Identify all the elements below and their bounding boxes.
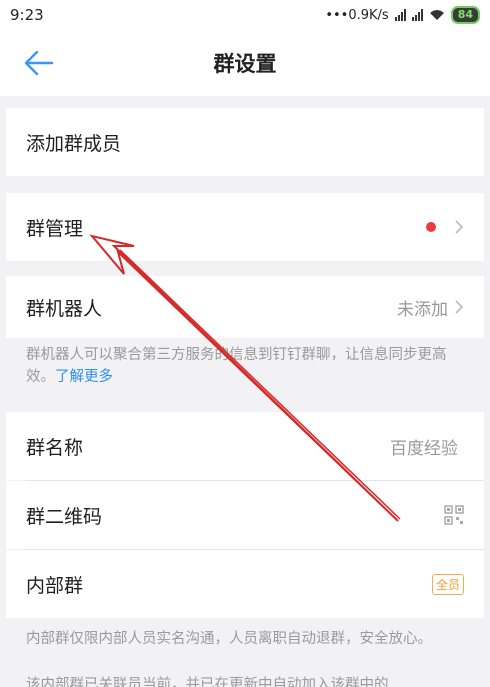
learn-more-link[interactable]: 了解更多: [55, 369, 113, 385]
group-robot-label: 群机器人: [26, 297, 103, 320]
qrcode-icon: [444, 505, 464, 525]
group-qrcode-label: 群二维码: [26, 505, 103, 528]
signal-icon-2: [411, 9, 423, 21]
group-name-row[interactable]: 群名称 百度经验: [6, 412, 484, 480]
back-arrow-icon[interactable]: [22, 48, 56, 78]
group-robot-row[interactable]: 群机器人 未添加: [6, 276, 484, 338]
internal-group-description: 内部群仅限内部人员实名沟通，人员离职自动退群，安全放心。: [26, 631, 432, 647]
group-manage-row[interactable]: 群管理: [6, 193, 484, 261]
status-icons: •••0.9K/s 84: [325, 6, 480, 24]
signal-icon: [394, 9, 406, 21]
page-title: 群设置: [213, 52, 277, 76]
add-member-label: 添加群成员: [26, 132, 122, 155]
group-name-label: 群名称: [26, 436, 84, 459]
chevron-right-icon: [455, 220, 464, 234]
net-speed: •••0.9K/s: [325, 7, 389, 23]
wifi-icon: [429, 10, 444, 20]
all-members-badge: 全员: [431, 573, 464, 595]
add-member-row[interactable]: 添加群成员: [6, 108, 484, 176]
red-dot-badge: [426, 222, 436, 232]
cutoff-note: 该内部群已关联员当前，并已在更新中自动加入该群中的: [26, 677, 389, 687]
robot-description: 群机器人可以聚合第三方服务的信息到钉钉群聊，让信息同步更高效。了解更多: [6, 338, 484, 410]
group-manage-label: 群管理: [26, 217, 84, 240]
group-robot-value: 未添加: [397, 299, 448, 320]
group-qrcode-row[interactable]: 群二维码: [6, 481, 484, 549]
internal-group-row[interactable]: 内部群 全员: [6, 550, 484, 618]
status-bar: 9:23 •••0.9K/s 84: [0, 0, 490, 30]
battery-icon: 84: [450, 6, 480, 24]
chevron-right-icon: [455, 300, 464, 314]
group-name-value: 百度经验: [390, 438, 458, 459]
status-time: 9:23: [10, 6, 44, 24]
internal-group-label: 内部群: [26, 574, 84, 597]
nav-bar: 群设置: [0, 30, 490, 96]
